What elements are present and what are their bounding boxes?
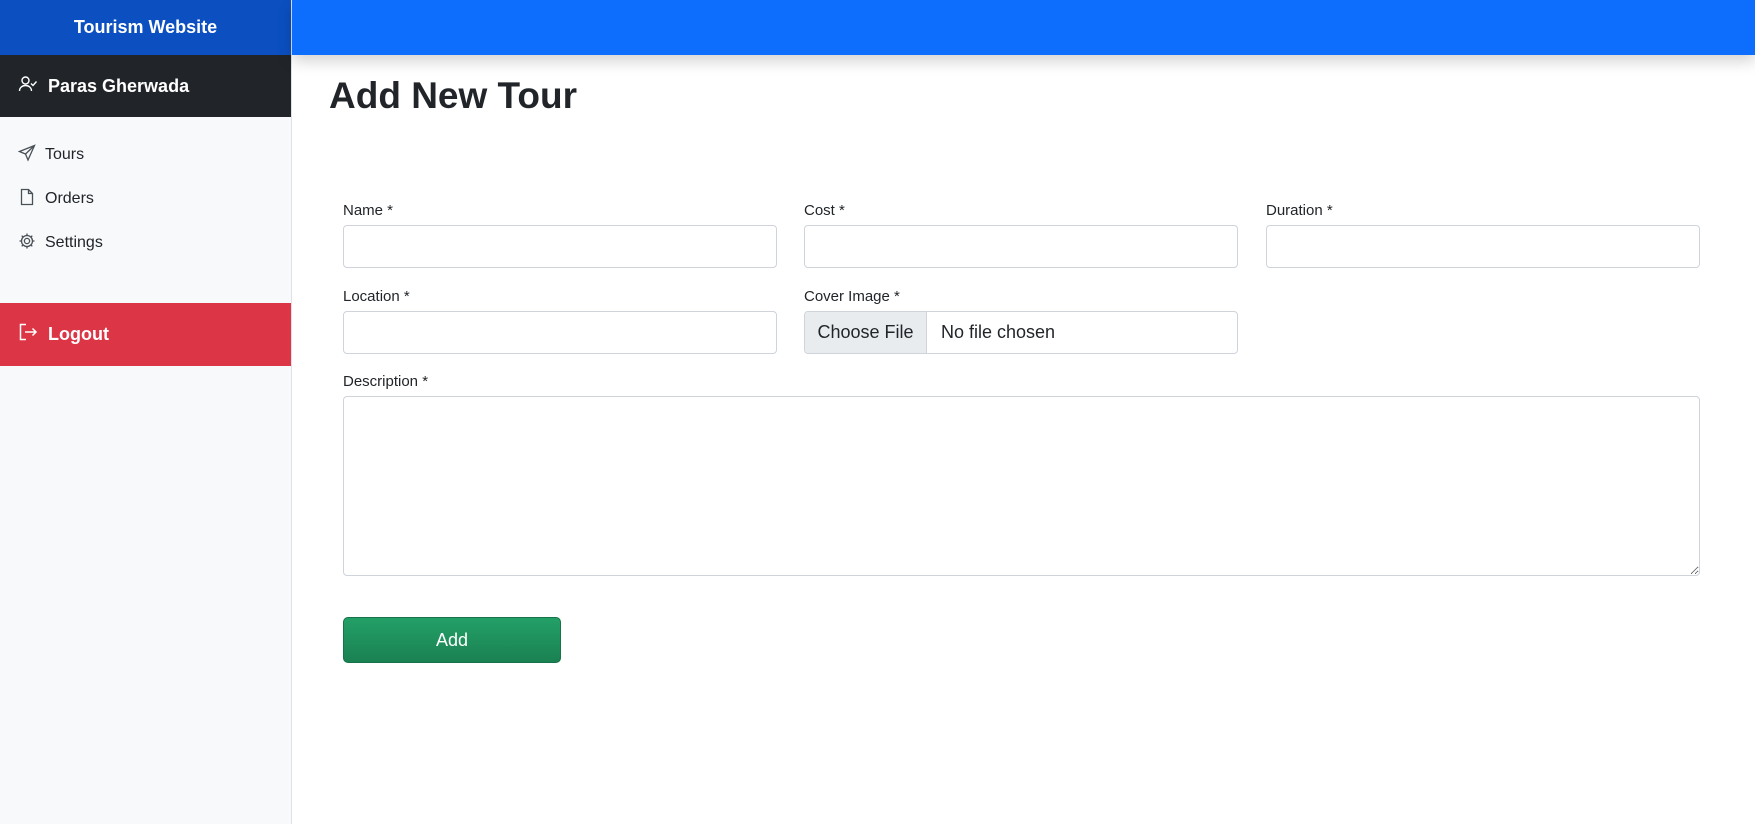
sidebar-item-orders[interactable]: Orders — [0, 177, 291, 221]
logout-icon — [18, 322, 48, 347]
name-input[interactable] — [343, 225, 777, 268]
user-panel[interactable]: Paras Gherwada — [0, 55, 291, 117]
sidebar-nav: Tours Orders Settings — [0, 117, 291, 265]
top-bar — [292, 0, 1755, 55]
user-check-icon — [18, 74, 48, 99]
duration-field-group: Duration * — [1266, 202, 1700, 268]
file-status: No file chosen — [941, 322, 1056, 342]
cost-label: Cost * — [804, 202, 845, 219]
description-label: Description * — [343, 373, 429, 390]
name-label: Name * — [343, 202, 394, 219]
main-content: Add New Tour Name * Cost * Duration * Lo… — [292, 55, 1755, 824]
cover-image-field-group: Cover Image * Choose File No file chosen — [804, 288, 1238, 354]
add-button[interactable]: Add — [343, 617, 561, 663]
cover-image-label: Cover Image * — [804, 288, 900, 305]
sidebar: Tourism Website Paras Gherwada Tours Ord… — [0, 0, 292, 824]
location-label: Location * — [343, 288, 410, 305]
name-field-group: Name * — [343, 202, 777, 268]
logout-label: Logout — [48, 324, 109, 344]
description-field-group: Description * — [343, 373, 1700, 581]
sidebar-item-tours[interactable]: Tours — [0, 133, 291, 177]
duration-input[interactable] — [1266, 225, 1700, 268]
location-input[interactable] — [343, 311, 777, 354]
user-name: Paras Gherwada — [48, 75, 190, 96]
send-icon — [17, 143, 45, 167]
location-field-group: Location * — [343, 288, 777, 354]
cost-field-group: Cost * — [804, 202, 1238, 268]
cover-image-file-input[interactable]: Choose File No file chosen — [804, 311, 1238, 354]
file-icon — [18, 188, 45, 211]
sidebar-item-label: Tours — [45, 146, 85, 163]
sidebar-item-settings[interactable]: Settings — [0, 221, 291, 265]
duration-label: Duration * — [1266, 202, 1333, 219]
description-textarea[interactable] — [343, 396, 1700, 576]
brand-title[interactable]: Tourism Website — [0, 0, 291, 55]
logout-button[interactable]: Logout — [0, 303, 291, 366]
page-title: Add New Tour — [329, 75, 578, 116]
choose-file-button[interactable]: Choose File — [805, 312, 927, 353]
gear-icon — [18, 232, 45, 255]
sidebar-item-label: Orders — [45, 190, 94, 207]
sidebar-item-label: Settings — [45, 234, 103, 251]
cost-input[interactable] — [804, 225, 1238, 268]
